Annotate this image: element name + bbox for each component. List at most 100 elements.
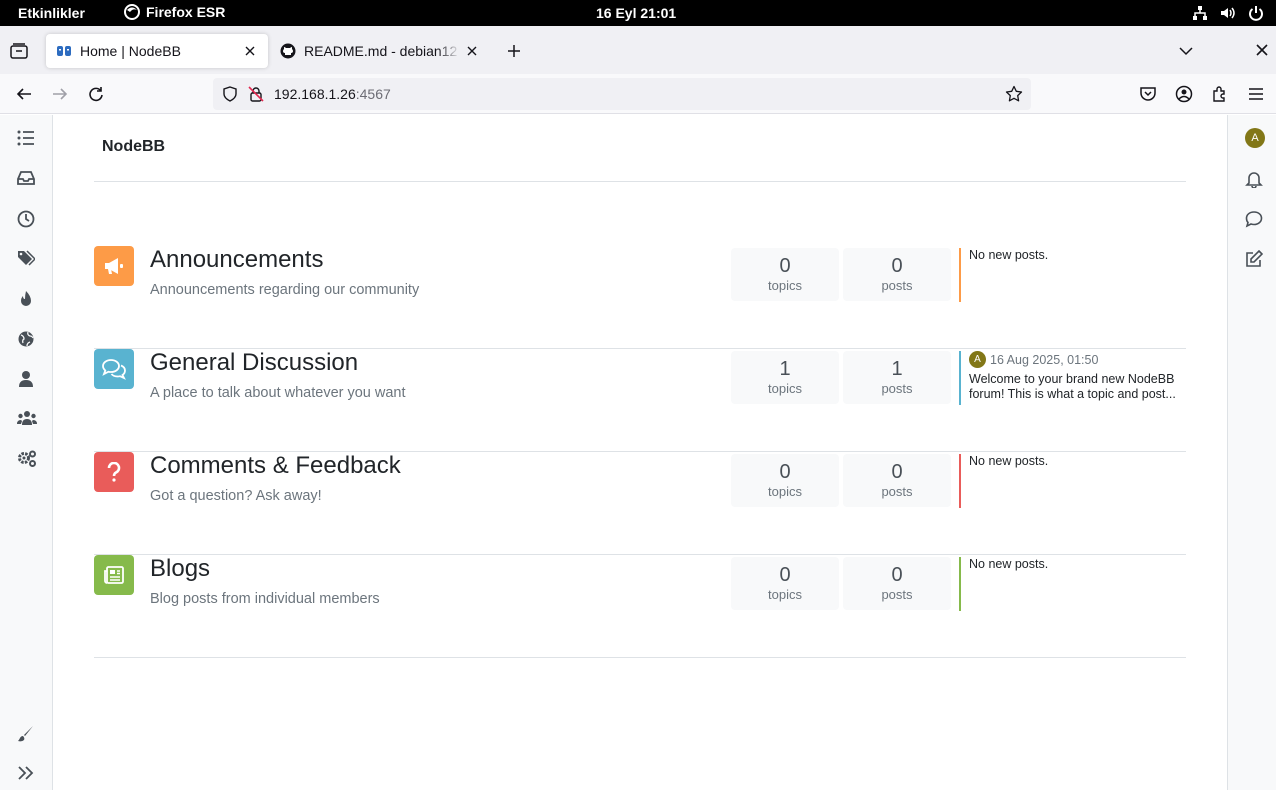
posts-number: 0: [891, 255, 903, 277]
topics-number: 0: [779, 461, 791, 483]
header-divider: [94, 181, 1186, 182]
extensions-icon[interactable]: [1211, 85, 1229, 103]
tab-title: README.md - debian12 [: [304, 43, 460, 59]
menu-hamburger-icon[interactable]: [1247, 85, 1265, 103]
window-close-icon[interactable]: [1256, 44, 1268, 56]
tags-icon[interactable]: [17, 250, 35, 266]
category-description: A place to talk about whatever you want: [150, 385, 406, 401]
tab-bar: Home | NodeBB README.md - debian12 [: [0, 26, 1276, 74]
popular-fire-icon[interactable]: [17, 290, 35, 308]
topics-label: topics: [768, 587, 802, 602]
category-announcements: Announcements Announcements regarding ou…: [94, 246, 1186, 349]
category-title[interactable]: Announcements: [150, 246, 323, 274]
topics-number: 0: [779, 564, 791, 586]
notifications-bell-icon[interactable]: [1245, 170, 1263, 188]
categories-list-icon[interactable]: [17, 130, 35, 146]
unread-inbox-icon[interactable]: [17, 170, 35, 186]
category-description: Announcements regarding our community: [150, 282, 420, 298]
topics-count: 0 topics: [731, 248, 839, 301]
github-icon: [280, 43, 296, 59]
category-description: Got a question? Ask away!: [150, 488, 322, 504]
skin-paintbrush-icon[interactable]: [17, 725, 35, 743]
world-globe-icon[interactable]: [17, 330, 35, 348]
address-bar[interactable]: 192.168.1.26:4567: [213, 78, 1031, 110]
back-icon[interactable]: [15, 85, 33, 103]
teaser-text[interactable]: Welcome to your brand new NodeBB forum! …: [969, 372, 1186, 402]
posts-count: 0 posts: [843, 248, 951, 301]
clock[interactable]: 16 Eyl 21:01: [596, 5, 676, 21]
right-sidebar: A: [1227, 115, 1276, 790]
chats-bubble-icon[interactable]: [1245, 210, 1263, 228]
system-tray[interactable]: [1192, 5, 1264, 21]
category-title[interactable]: Comments & Feedback: [150, 452, 401, 480]
teaser-author-avatar[interactable]: A: [969, 351, 986, 368]
category-teaser: No new posts.: [959, 454, 1186, 508]
app-menu[interactable]: Firefox ESR: [124, 4, 225, 20]
close-tab-icon[interactable]: [242, 43, 258, 59]
admin-cogs-icon[interactable]: [17, 450, 37, 468]
topics-number: 0: [779, 255, 791, 277]
posts-count: 1 posts: [843, 351, 951, 404]
tab-nodebb-home[interactable]: Home | NodeBB: [46, 34, 268, 68]
tracking-protection-shield-icon[interactable]: [222, 86, 238, 102]
expand-sidebar-icon[interactable]: [17, 765, 35, 781]
insecure-lock-icon[interactable]: [248, 86, 264, 102]
posts-count: 0 posts: [843, 557, 951, 610]
network-icon: [1192, 5, 1208, 21]
posts-number: 1: [891, 358, 903, 380]
topics-label: topics: [768, 484, 802, 499]
forward-icon[interactable]: [51, 85, 69, 103]
list-all-tabs-icon[interactable]: [1178, 44, 1194, 58]
compose-edit-icon[interactable]: [1245, 250, 1263, 268]
teaser-text: No new posts.: [969, 454, 1049, 468]
volume-icon: [1220, 5, 1236, 21]
reload-icon[interactable]: [87, 85, 105, 103]
groups-icon[interactable]: [17, 410, 37, 426]
comments-icon[interactable]: [94, 349, 134, 389]
posts-label: posts: [881, 484, 913, 499]
activities-button[interactable]: Etkinlikler: [18, 5, 85, 21]
posts-count: 0 posts: [843, 454, 951, 507]
account-icon[interactable]: [1175, 85, 1193, 103]
category-comments-feedback: Comments & Feedback Got a question? Ask …: [94, 452, 1186, 555]
category-teaser: No new posts.: [959, 557, 1186, 611]
teaser-timestamp[interactable]: 16 Aug 2025, 01:50: [990, 353, 1098, 367]
category-blogs: Blogs Blog posts from individual members…: [94, 555, 1186, 658]
topics-label: topics: [768, 278, 802, 293]
bookmark-star-icon[interactable]: [1005, 85, 1023, 103]
url-host: 192.168.1.26: [274, 86, 356, 102]
category-teaser[interactable]: A 16 Aug 2025, 01:50 Welcome to your bra…: [959, 351, 1186, 405]
tab-readme[interactable]: README.md - debian12 [: [272, 34, 488, 68]
forum-brand-title[interactable]: NodeBB: [102, 138, 165, 156]
app-name: Firefox ESR: [146, 4, 226, 20]
topics-count: 0 topics: [731, 557, 839, 610]
pocket-icon[interactable]: [1139, 85, 1157, 103]
teaser-text: No new posts.: [969, 557, 1049, 571]
teaser-meta: A 16 Aug 2025, 01:50: [969, 351, 1186, 368]
bullhorn-icon[interactable]: [94, 246, 134, 286]
url-text[interactable]: 192.168.1.26:4567: [274, 86, 391, 102]
firefox-view-icon[interactable]: [10, 43, 28, 59]
posts-number: 0: [891, 564, 903, 586]
close-tab-icon[interactable]: [464, 43, 480, 59]
question-icon[interactable]: [94, 452, 134, 492]
category-title[interactable]: Blogs: [150, 555, 210, 583]
category-title[interactable]: General Discussion: [150, 349, 358, 377]
posts-number: 0: [891, 461, 903, 483]
topics-count: 0 topics: [731, 454, 839, 507]
category-teaser: No new posts.: [959, 248, 1186, 302]
users-icon[interactable]: [17, 370, 35, 388]
url-port: :4567: [355, 86, 391, 102]
posts-label: posts: [881, 278, 913, 293]
tab-title: Home | NodeBB: [80, 43, 181, 59]
new-tab-icon[interactable]: [506, 43, 522, 59]
newspaper-icon[interactable]: [94, 555, 134, 595]
recent-clock-icon[interactable]: [17, 210, 35, 228]
navigation-toolbar: 192.168.1.26:4567: [0, 74, 1276, 114]
category-description: Blog posts from individual members: [150, 591, 380, 607]
power-icon: [1248, 5, 1264, 21]
user-avatar[interactable]: A: [1245, 128, 1265, 148]
topics-count: 1 topics: [731, 351, 839, 404]
teaser-text: No new posts.: [969, 248, 1049, 262]
posts-label: posts: [881, 381, 913, 396]
